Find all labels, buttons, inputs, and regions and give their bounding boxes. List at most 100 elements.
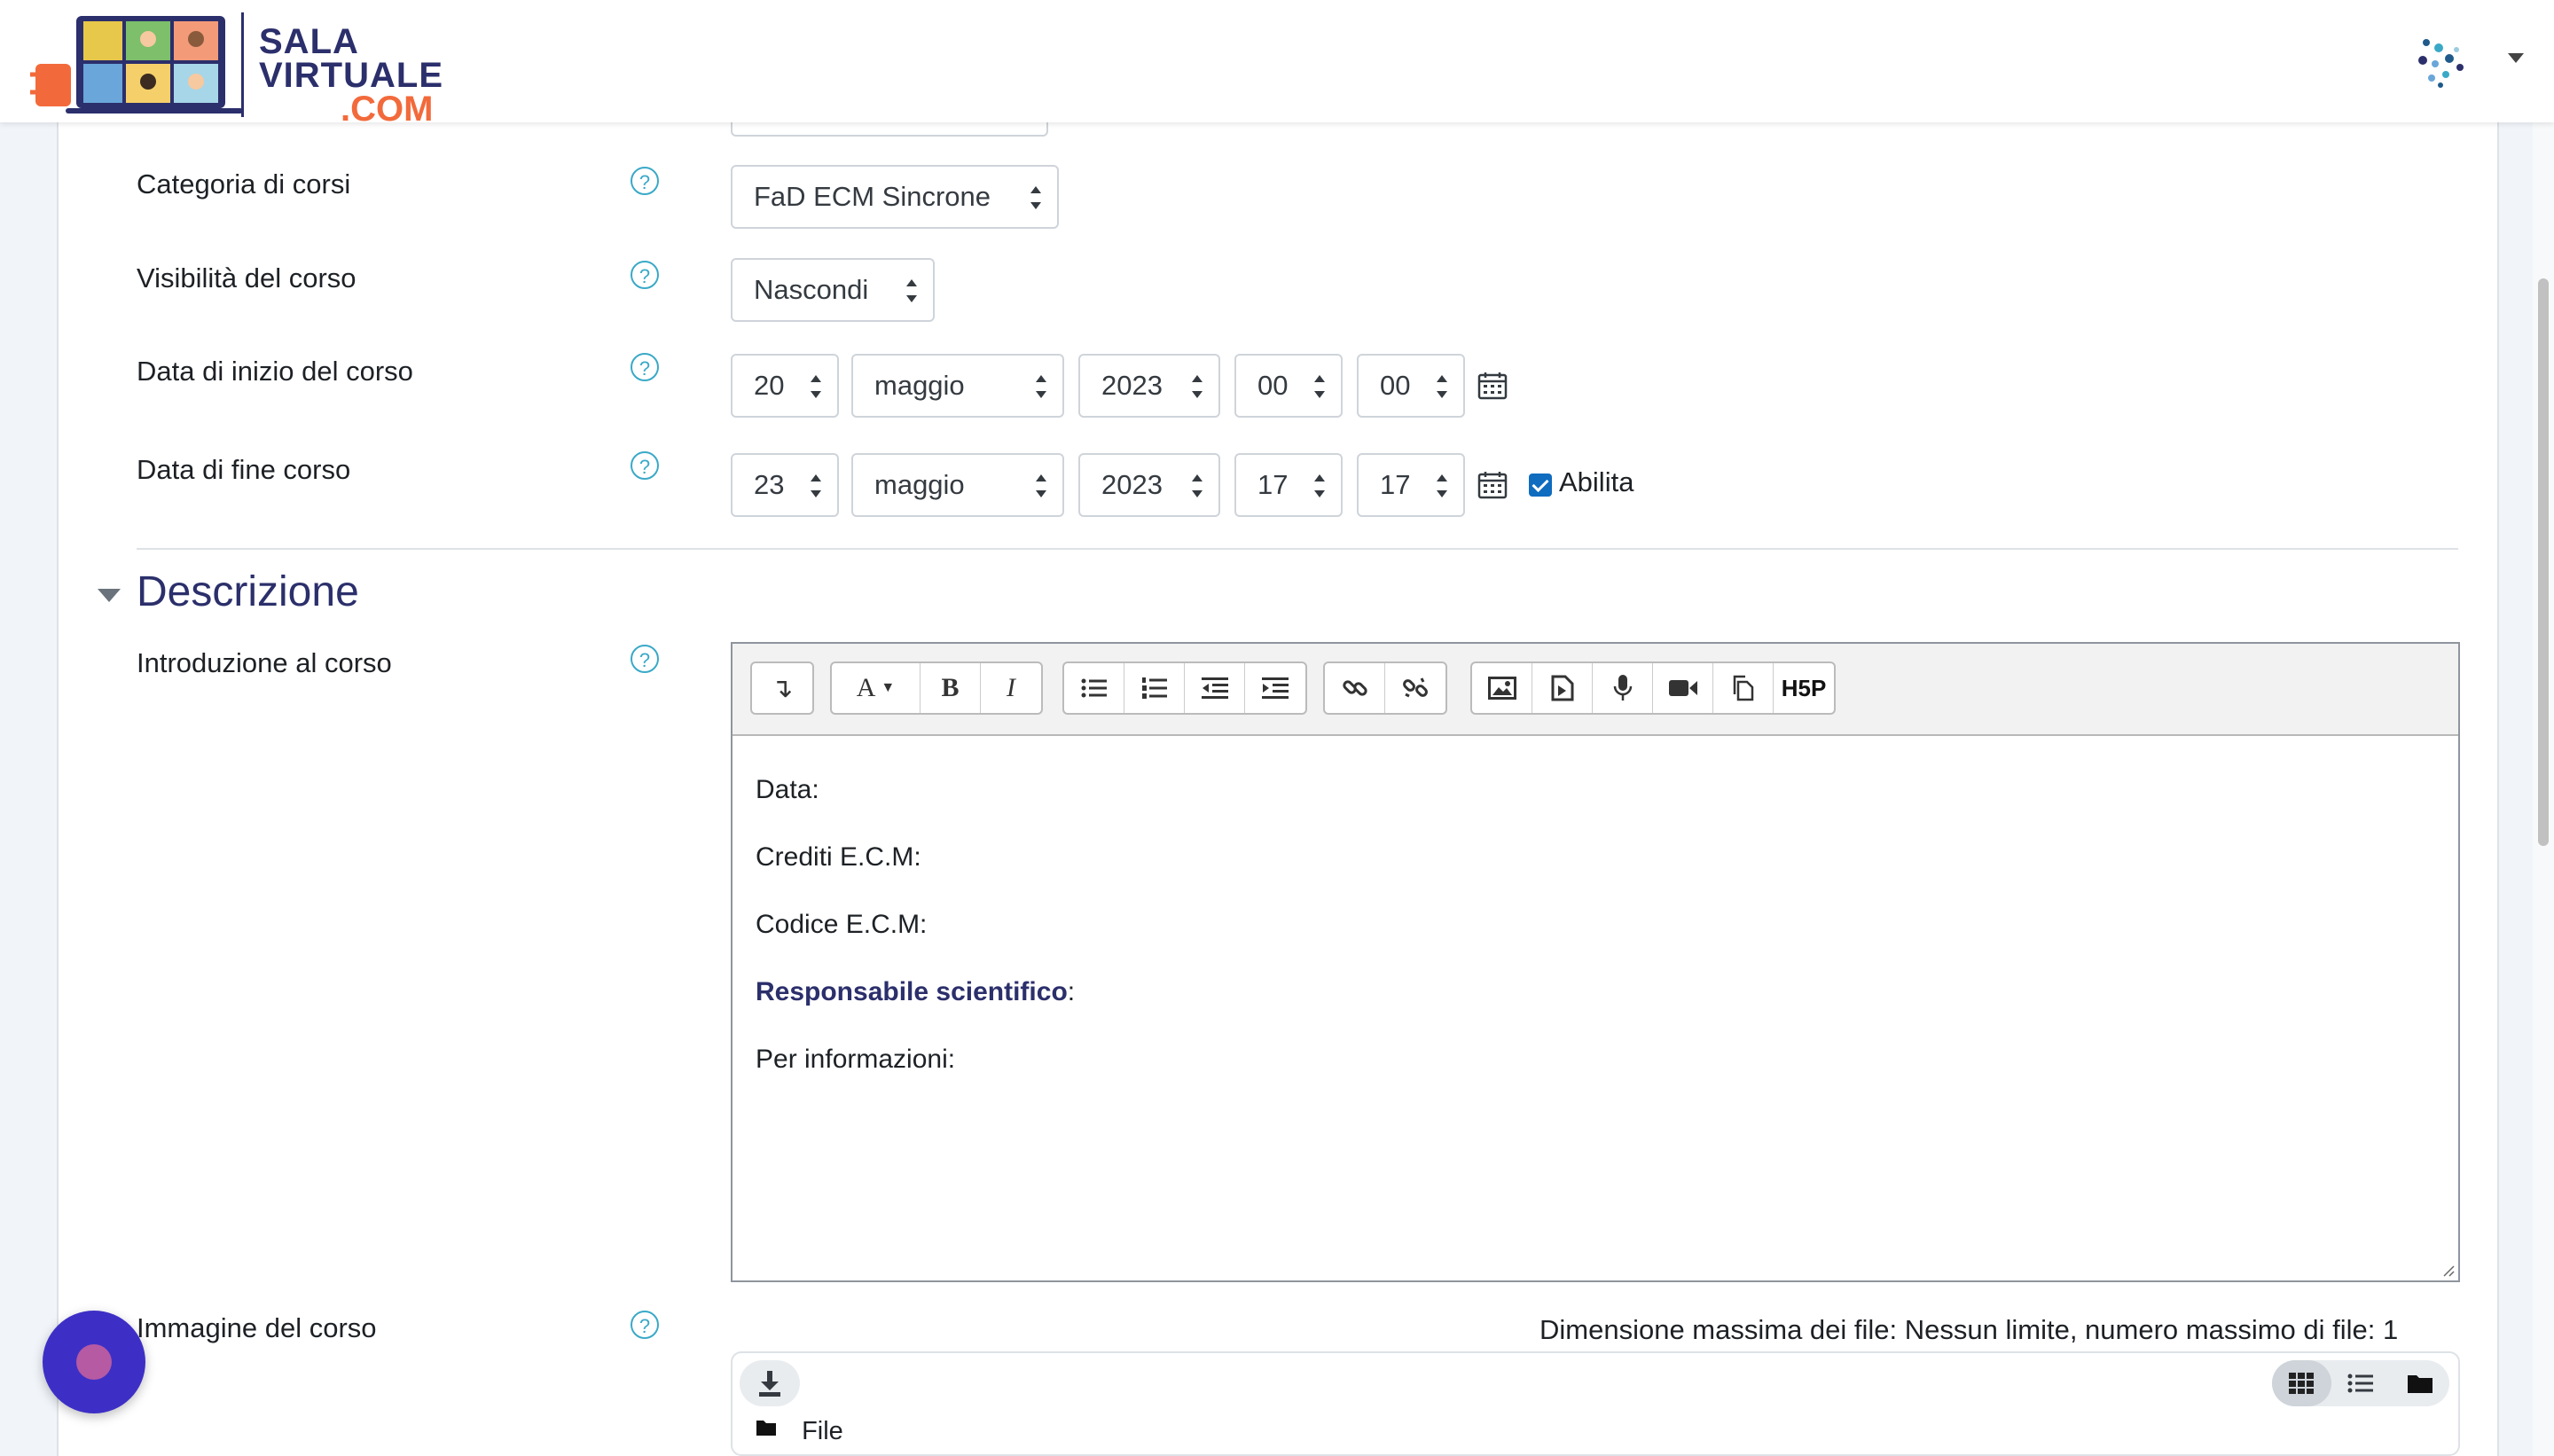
- site-logo[interactable]: SALA VIRTUALE .COM: [17, 12, 447, 127]
- logo-divider: [241, 12, 244, 117]
- visibility-help-icon[interactable]: ?: [631, 261, 659, 289]
- select-arrows-icon: [1192, 375, 1203, 398]
- visibility-select[interactable]: Nascondi: [731, 258, 935, 322]
- link-icon[interactable]: [1325, 663, 1385, 713]
- visibility-value: Nascondi: [754, 274, 869, 305]
- select-arrows-icon: [1314, 375, 1325, 398]
- end-day-select[interactable]: 23: [731, 453, 839, 517]
- italic-icon[interactable]: I: [981, 663, 1041, 713]
- unlink-icon[interactable]: [1385, 663, 1445, 713]
- user-menu-caret-icon[interactable]: [2508, 53, 2524, 63]
- intro-label: Introduzione al corso: [137, 647, 392, 678]
- category-select[interactable]: FaD ECM Sincrone: [731, 165, 1059, 229]
- logo-text: SALA VIRTUALE .COM: [259, 22, 443, 127]
- download-button[interactable]: [740, 1360, 800, 1406]
- folder-label: File: [802, 1417, 843, 1445]
- end-date-enable-label: Abilita: [1559, 466, 1634, 497]
- start-year-value: 2023: [1101, 370, 1163, 401]
- view-switcher: [2272, 1360, 2449, 1406]
- end-date-enable-checkbox[interactable]: [1529, 474, 1552, 497]
- font-style-icon[interactable]: A ▼: [832, 663, 921, 713]
- content-line-codice: Codice E.C.M:: [756, 910, 928, 939]
- font-style-letter: A: [856, 673, 876, 702]
- user-avatar[interactable]: [2414, 34, 2471, 90]
- end-day-value: 23: [754, 469, 785, 500]
- start-year-select[interactable]: 2023: [1078, 354, 1220, 418]
- category-help-icon[interactable]: ?: [631, 167, 659, 195]
- toolbar-group-media: H5P: [1470, 661, 1836, 715]
- end-date-label: Data di fine corso: [137, 454, 351, 485]
- intro-help-icon[interactable]: ?: [631, 645, 659, 673]
- select-arrows-icon: [1437, 375, 1447, 398]
- editor-toolbar: ↴ A ▼ B I H5P: [733, 644, 2458, 736]
- h5p-icon[interactable]: H5P: [1774, 663, 1834, 713]
- toolbar-group-style: A ▼ B I: [830, 661, 1043, 715]
- section-divider: [137, 548, 2458, 550]
- start-date-help-icon[interactable]: ?: [631, 353, 659, 381]
- collapse-icon[interactable]: ↴: [752, 663, 812, 713]
- logo-line-2: VIRTUALE: [259, 56, 443, 95]
- start-month-select[interactable]: maggio: [851, 354, 1064, 418]
- grid-icon: [2289, 1373, 2315, 1394]
- course-image-help-icon[interactable]: ?: [631, 1311, 659, 1339]
- indent-icon[interactable]: [1245, 663, 1305, 713]
- start-day-select[interactable]: 20: [731, 354, 839, 418]
- folder-icon: [2407, 1375, 2433, 1393]
- course-image-label: Immagine del corso: [137, 1312, 377, 1343]
- record-video-icon[interactable]: [1653, 663, 1713, 713]
- start-minute-select[interactable]: 00: [1357, 354, 1465, 418]
- dropdown-caret-icon: ▼: [881, 680, 896, 695]
- start-month-value: maggio: [874, 370, 965, 401]
- start-hour-value: 00: [1257, 370, 1289, 401]
- outdent-icon[interactable]: [1185, 663, 1245, 713]
- folder-entry[interactable]: File: [756, 1417, 843, 1446]
- logo-illustration-icon: [17, 16, 243, 114]
- view-list-button[interactable]: [2331, 1360, 2391, 1406]
- bulleted-list-icon[interactable]: [1064, 663, 1124, 713]
- view-tree-button[interactable]: [2390, 1360, 2449, 1406]
- content-line-responsabile: Responsabile scientifico:: [756, 979, 1075, 1006]
- numbered-list-icon[interactable]: [1124, 663, 1185, 713]
- folder-icon: [756, 1421, 776, 1436]
- section-collapse-caret-icon[interactable]: [98, 589, 121, 602]
- download-icon: [759, 1371, 780, 1397]
- scrollbar-thumb[interactable]: [2538, 278, 2549, 846]
- content-responsabile-strong: Responsabile scientifico: [756, 977, 1068, 1006]
- end-minute-select[interactable]: 17: [1357, 453, 1465, 517]
- floating-chat-button[interactable]: [43, 1311, 145, 1413]
- logo-line-1: SALA: [259, 22, 359, 61]
- end-date-help-icon[interactable]: ?: [631, 451, 659, 480]
- select-arrows-icon: [1314, 474, 1325, 497]
- file-manager[interactable]: File: [731, 1351, 2460, 1456]
- media-icon[interactable]: [1532, 663, 1593, 713]
- end-calendar-icon[interactable]: [1477, 471, 1508, 499]
- view-icons-button[interactable]: [2272, 1360, 2331, 1406]
- rich-text-editor[interactable]: ↴ A ▼ B I H5P Data: Crediti E.C.M: Codic…: [731, 642, 2460, 1282]
- toolbar-group-lists: [1062, 661, 1307, 715]
- visibility-label: Visibilità del corso: [137, 262, 356, 294]
- record-audio-icon[interactable]: [1593, 663, 1653, 713]
- start-calendar-icon[interactable]: [1477, 372, 1508, 400]
- select-arrows-icon: [906, 279, 917, 302]
- bold-icon[interactable]: B: [921, 663, 981, 713]
- end-year-value: 2023: [1101, 469, 1163, 500]
- end-month-select[interactable]: maggio: [851, 453, 1064, 517]
- list-icon: [2347, 1374, 2373, 1393]
- manage-files-icon[interactable]: [1713, 663, 1774, 713]
- end-minute-value: 17: [1380, 469, 1411, 500]
- start-date-label: Data di inizio del corso: [137, 356, 413, 387]
- end-year-select[interactable]: 2023: [1078, 453, 1220, 517]
- max-files-info: Dimensione massima dei file: Nessun limi…: [1539, 1314, 2399, 1345]
- end-hour-select[interactable]: 17: [1234, 453, 1343, 517]
- editor-resize-handle-icon[interactable]: [2442, 1264, 2455, 1277]
- content-line-informazioni: Per informazioni:: [756, 1045, 956, 1074]
- image-icon[interactable]: [1472, 663, 1532, 713]
- content-line-data: Data:: [756, 775, 819, 804]
- section-title-descrizione[interactable]: Descrizione: [137, 568, 359, 616]
- start-hour-select[interactable]: 00: [1234, 354, 1343, 418]
- page-scrollbar[interactable]: [2533, 122, 2554, 1456]
- start-minute-value: 00: [1380, 370, 1411, 401]
- start-day-value: 20: [754, 370, 785, 401]
- editor-content[interactable]: Data: Crediti E.C.M: Codice E.C.M: Respo…: [756, 777, 1075, 1114]
- content-responsabile-colon: :: [1067, 977, 1076, 1006]
